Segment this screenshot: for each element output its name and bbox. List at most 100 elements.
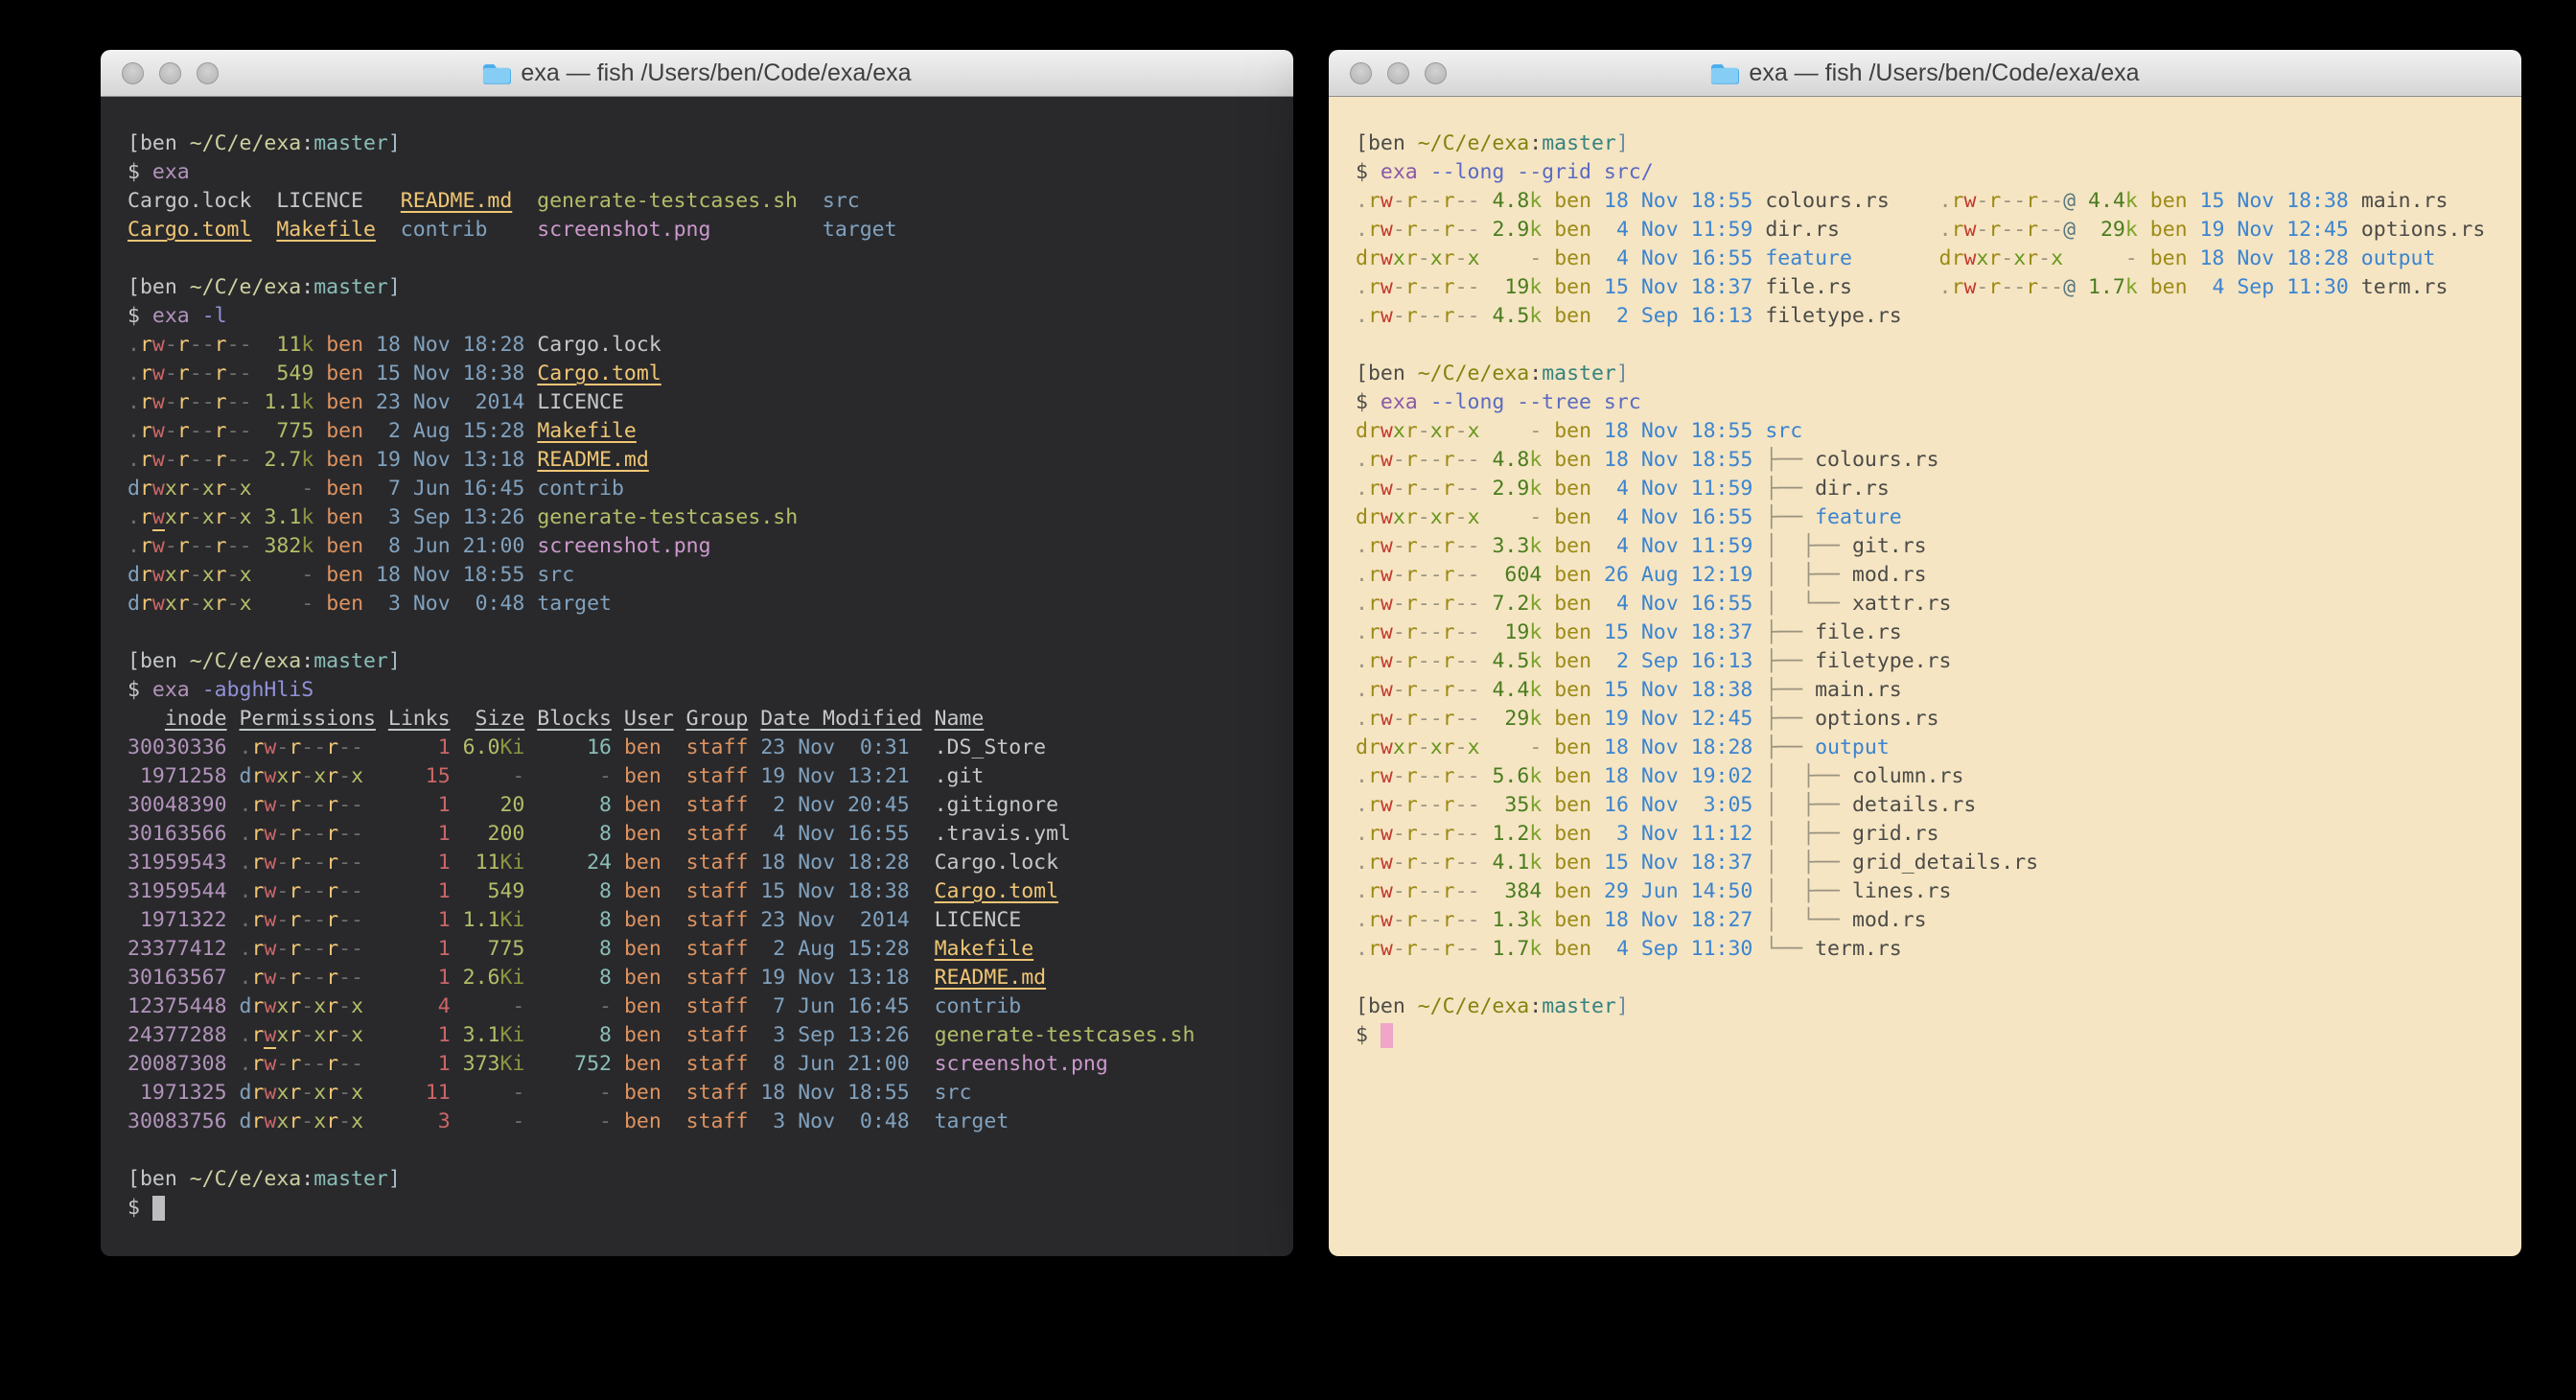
text-run: ben	[326, 333, 363, 357]
text-run: -	[537, 764, 612, 788]
text-run: -	[1430, 534, 1443, 558]
text-run: -	[1393, 592, 1405, 616]
text-run: master	[1542, 994, 1616, 1018]
text-run: .	[240, 1023, 252, 1047]
text-run	[661, 1081, 686, 1105]
text-run	[1480, 649, 1493, 673]
text-run: .DS_Store	[935, 735, 1047, 759]
text-run	[524, 793, 537, 817]
terminal-line: .rw-r--r-- 549 ben 15 Nov 18:38 Cargo.to…	[128, 360, 1293, 388]
text-run: k	[2125, 189, 2138, 213]
text-run: .	[1356, 822, 1368, 846]
text-run: -	[1430, 649, 1443, 673]
text-run: k	[1529, 649, 1542, 673]
text-run: -	[227, 477, 240, 501]
text-run	[1591, 937, 1604, 961]
text-run: 18 Nov 18:27	[1604, 908, 1752, 932]
text-run: r	[215, 448, 227, 472]
text-run: w	[152, 419, 165, 443]
text-run: r	[326, 1023, 338, 1047]
terminal-screen-right[interactable]: [ben ~/C/e/exa:master]$ exa --long --gri…	[1329, 97, 2521, 1256]
text-run	[748, 1052, 760, 1076]
minimize-button[interactable]	[1387, 62, 1409, 84]
terminal-line: .rw-r--r-- 2.7k ben 19 Nov 13:18 README.…	[128, 446, 1293, 475]
text-run: k	[1529, 275, 1542, 299]
text-run: x	[1468, 505, 1480, 529]
window-titlebar[interactable]: exa — fish /Users/ben/Code/exa/exa	[1329, 50, 2521, 97]
text-run: -	[1430, 822, 1443, 846]
text-run: Permissions	[240, 707, 376, 731]
text-run: -	[338, 851, 351, 875]
text-run: .	[1356, 218, 1368, 242]
text-run: r	[1443, 620, 1455, 644]
text-run: Makefile	[537, 419, 637, 443]
text-run: r	[140, 534, 152, 558]
terminal-screen-left[interactable]: [ben ~/C/e/exa:master]$ exaCargo.lock LI…	[101, 97, 1293, 1256]
text-run	[227, 764, 240, 788]
text-run: -	[2038, 218, 2051, 242]
text-run: main.rs	[1815, 678, 1902, 702]
text-run: file.rs	[1765, 275, 1852, 299]
text-run	[313, 362, 326, 385]
text-run: x	[1468, 246, 1480, 270]
text-run	[661, 851, 686, 875]
text-run: k	[1529, 707, 1542, 731]
text-run: w	[1381, 563, 1393, 587]
text-run: colours.rs	[1765, 189, 1889, 213]
text-run: w	[1381, 879, 1393, 903]
text-run	[1542, 678, 1554, 702]
text-run: -	[1393, 620, 1405, 644]
text-run: 24	[537, 851, 612, 875]
text-run: -	[1455, 563, 1468, 587]
text-run: master	[313, 649, 388, 673]
text-run: r	[1368, 707, 1381, 731]
text-run: -	[1393, 793, 1405, 817]
window-titlebar[interactable]: exa — fish /Users/ben/Code/exa/exa	[101, 50, 1293, 97]
text-run: r	[1443, 563, 1455, 587]
text-run: [ben	[1356, 362, 1418, 385]
text-run: ├──	[1765, 649, 1815, 673]
text-run: k	[2125, 218, 2138, 242]
text-run: r	[289, 822, 301, 846]
zoom-button[interactable]	[197, 62, 219, 84]
text-run: .	[128, 505, 140, 529]
text-run: r	[177, 362, 190, 385]
text-run: Date Modified	[760, 707, 921, 731]
text-run	[524, 534, 537, 558]
zoom-button[interactable]	[1425, 62, 1447, 84]
text-run: x	[240, 505, 252, 529]
close-button[interactable]	[1350, 62, 1372, 84]
text-run: -	[1468, 851, 1480, 875]
text-run	[661, 822, 686, 846]
text-run: -	[165, 534, 177, 558]
text-run	[1752, 707, 1765, 731]
text-run: -	[301, 1052, 313, 1076]
text-run	[512, 189, 537, 213]
text-run	[451, 822, 463, 846]
minimize-button[interactable]	[159, 62, 181, 84]
text-run: w	[1381, 505, 1393, 529]
close-button[interactable]	[122, 62, 144, 84]
text-run: r	[289, 879, 301, 903]
text-run: exa	[152, 678, 190, 702]
text-run: r	[326, 822, 338, 846]
text-run: 1.7	[2088, 275, 2125, 299]
terminal-line: 1971258 drwxr-xr-x 15 - - ben staff 19 N…	[128, 762, 1293, 791]
text-run: 4.5	[1492, 304, 1529, 328]
text-run: .	[1356, 793, 1368, 817]
text-run: .	[240, 1052, 252, 1076]
text-run: generate-testcases.sh	[537, 189, 798, 213]
text-run: 1	[388, 851, 451, 875]
text-run: -	[1468, 534, 1480, 558]
text-run: .	[240, 822, 252, 846]
text-run: -	[1468, 477, 1480, 501]
text-run: r	[1368, 851, 1381, 875]
text-run	[612, 1023, 624, 1047]
text-run: 29 Jun 14:50	[1604, 879, 1752, 903]
text-run: .	[240, 937, 252, 961]
text-run: w	[1381, 764, 1393, 788]
text-run: -	[1418, 448, 1430, 472]
text-run	[252, 448, 265, 472]
text-run	[252, 534, 265, 558]
text-run: 2.9	[1492, 218, 1529, 242]
